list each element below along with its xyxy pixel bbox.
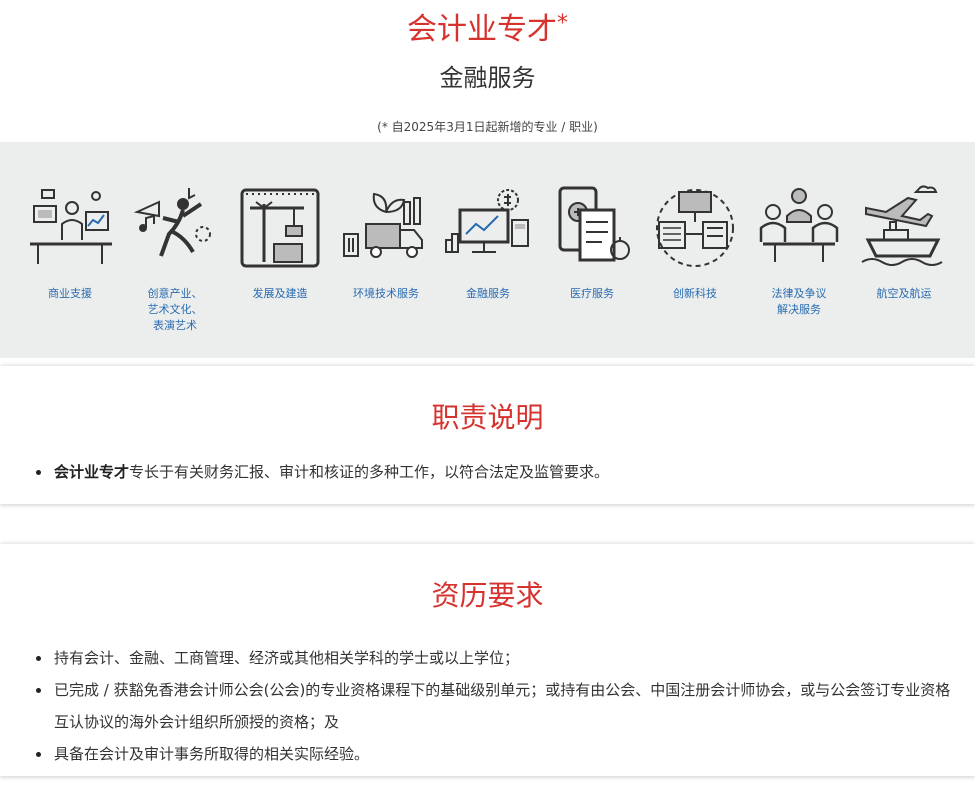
duties-card: 职责说明 会计业专才专长于有关财务汇报、审计和核证的多种工作，以符合法定及监管要…	[0, 366, 975, 504]
finance-monitor-icon	[445, 189, 529, 253]
sector-business-support[interactable]: 商业支援	[17, 182, 123, 302]
list-item: 已完成 / 获豁免香港会计师公会(公会)的专业资格课程下的基础级别单元；或持有由…	[36, 674, 961, 738]
sector-label: 环境技术服务	[353, 287, 419, 300]
sector-financial-services[interactable]: 金融服务	[435, 182, 541, 302]
sector-environmental-tech[interactable]: 环境技术服务	[333, 182, 439, 302]
sector-label: 金融服务	[466, 287, 510, 300]
list-item: 会计业专才专长于有关财务汇报、审计和核证的多种工作，以符合法定及监管要求。	[36, 456, 961, 488]
medical-tablet-icon	[558, 186, 630, 262]
sector-band: 商业支援 创意产业、 艺术文化、 表演艺术 发展及建造 环境技术服务 金融服务 …	[0, 142, 975, 358]
requirements-list: 持有会计、金融、工商管理、经济或其他相关学科的学士或以上学位； 已完成 / 获豁…	[0, 642, 975, 770]
office-desk-icon	[30, 189, 112, 264]
page-header: 会计业专才* 金融服务 (* 自2025年3月1日起新增的专业 / 职业)	[0, 0, 975, 142]
sector-label: 发展及建造	[252, 287, 308, 300]
tech-server-icon	[656, 189, 734, 267]
new-mark: *	[557, 11, 568, 36]
list-item: 持有会计、金融、工商管理、经济或其他相关学科的学士或以上学位；	[36, 642, 961, 674]
plane-ship-icon	[861, 185, 943, 266]
crane-blueprint-icon	[240, 188, 320, 268]
new-profession-note: (* 自2025年3月1日起新增的专业 / 职业)	[377, 120, 598, 134]
requirements-heading: 资历要求	[431, 579, 544, 612]
sector-medical-services[interactable]: 医疗服务	[539, 182, 645, 302]
page-subtitle: 金融服务	[439, 64, 536, 92]
sector-creative-arts[interactable]: 创意产业、 艺术文化、 表演艺术	[122, 182, 228, 334]
sector-label: 商业支援	[48, 287, 92, 300]
legal-meeting-icon	[759, 188, 839, 262]
sector-label: 医疗服务	[570, 287, 614, 300]
sector-development-construction[interactable]: 发展及建造	[227, 182, 333, 302]
profession-name: 会计业专才	[54, 463, 130, 481]
sector-label: 创新科技	[673, 287, 717, 300]
duties-heading: 职责说明	[431, 401, 544, 434]
duties-list: 会计业专才专长于有关财务汇报、审计和核证的多种工作，以符合法定及监管要求。	[0, 456, 975, 488]
dancer-trumpet-icon	[133, 188, 211, 257]
sector-label: 航空及航运	[876, 287, 932, 300]
sector-label: 创意产业、 艺术文化、 表演艺术	[147, 287, 203, 332]
sector-label: 法律及争议 解决服务	[771, 287, 827, 316]
recycle-truck-icon	[343, 192, 423, 258]
page-title: 会计业专才*	[407, 11, 568, 47]
sector-innovation-technology[interactable]: 创新科技	[642, 182, 748, 302]
list-item: 具备在会计及审计事务所取得的相关实际经验。	[36, 738, 961, 770]
sector-aviation-shipping[interactable]: 航空及航运	[851, 182, 957, 302]
sector-legal-dispute[interactable]: 法律及争议 解决服务	[746, 182, 852, 318]
requirements-card: 资历要求 持有会计、金融、工商管理、经济或其他相关学科的学士或以上学位； 已完成…	[0, 544, 975, 776]
